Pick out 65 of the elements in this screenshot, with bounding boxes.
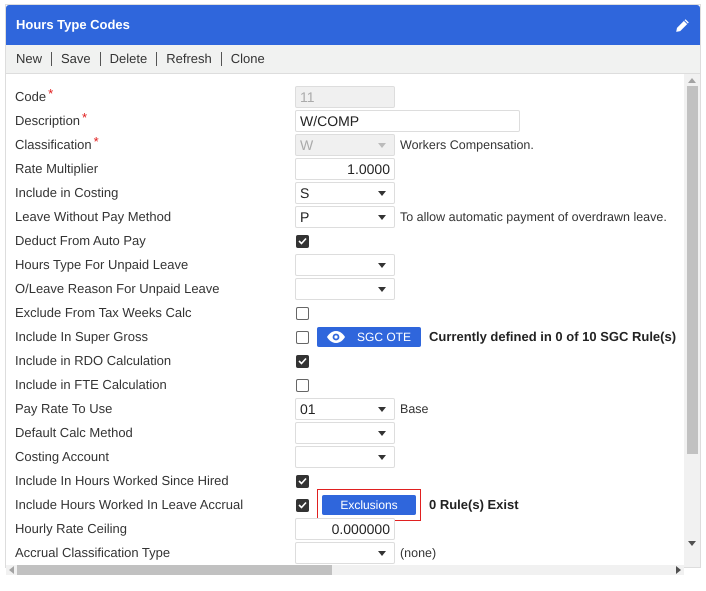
toolbar-button[interactable]: New <box>16 49 42 69</box>
rule-count: Currently defined in 0 of 10 SGC Rule(s) <box>429 328 676 346</box>
horizontal-scrollbar[interactable] <box>6 565 684 575</box>
window-title: Hours Type Codes <box>16 16 130 34</box>
caret-icon <box>378 286 386 292</box>
toolbar-button[interactable]: Delete <box>110 49 148 69</box>
caret-icon <box>378 142 386 148</box>
field-label: Include in FTE Calculation <box>15 376 167 394</box>
rule-count: 0 Rule(s) Exist <box>429 496 519 514</box>
field-note: To allow automatic payment of overdrawn leave. <box>400 208 667 226</box>
field-label: Exclude From Tax Weeks Calc <box>15 304 192 322</box>
field-note: Base <box>400 400 428 418</box>
required-mark: * <box>82 109 88 128</box>
field-label: O/Leave Reason For Unpaid Leave <box>15 280 220 298</box>
field-label: Code <box>15 88 46 106</box>
field-note: Workers Compensation. <box>400 136 534 154</box>
toolbar-button[interactable]: Refresh <box>166 49 212 69</box>
scroll-down-icon[interactable] <box>688 541 696 546</box>
required-mark: * <box>94 133 99 152</box>
checkbox[interactable] <box>296 474 309 488</box>
field-label: Accrual Classification Type <box>15 544 170 562</box>
toolbar-button[interactable]: Clone <box>230 49 265 69</box>
view-button[interactable]: SGC OTE <box>317 327 422 347</box>
text-field[interactable]: W/COMP <box>295 110 520 132</box>
field-label: Deduct From Auto Pay <box>15 232 146 250</box>
field-label: Costing Account <box>15 448 109 466</box>
required-mark: * <box>48 85 54 104</box>
toolbar-button[interactable]: Save <box>61 49 91 69</box>
field-label: Hours Type For Unpaid Leave <box>15 256 188 274</box>
scroll-right-icon[interactable] <box>676 566 681 574</box>
field-label: Classification <box>15 136 92 154</box>
field-label: Include In Super Gross <box>15 328 148 346</box>
field-label: Include in Costing <box>15 184 118 202</box>
number-field[interactable]: 0.000000 <box>295 518 395 540</box>
field-label: Include In Hours Worked Since Hired <box>15 472 229 490</box>
field-label: Description <box>15 112 80 130</box>
caret-icon <box>378 262 386 268</box>
checkbox[interactable] <box>296 498 309 512</box>
field-note: (none) <box>400 544 436 562</box>
caret-icon <box>378 550 386 556</box>
dropdown[interactable]: S <box>295 182 395 204</box>
field-label: Include in RDO Calculation <box>15 352 172 370</box>
field-label: Pay Rate To Use <box>15 400 112 418</box>
caret-icon <box>378 406 386 412</box>
caret-icon <box>378 190 386 196</box>
dropdown[interactable]: 01 <box>295 398 395 420</box>
field-label: Default Calc Method <box>15 424 133 442</box>
caret-icon <box>378 430 386 436</box>
dropdown[interactable]: P <box>295 206 395 228</box>
pencil-icon[interactable] <box>675 18 690 32</box>
exclusions-button[interactable]: Exclusions <box>322 495 416 515</box>
checkbox[interactable] <box>296 378 309 392</box>
checkbox[interactable] <box>296 330 309 344</box>
caret-icon <box>378 214 386 220</box>
caret-icon <box>378 454 386 460</box>
eye-icon <box>327 331 345 343</box>
vertical-scrollbar[interactable] <box>684 74 700 567</box>
checkbox[interactable] <box>296 354 309 368</box>
field-label: Include Hours Worked In Leave Accrual <box>15 496 244 514</box>
field-label: Rate Multiplier <box>15 160 98 178</box>
number-field[interactable]: 1.0000 <box>295 158 395 180</box>
field-label: Leave Without Pay Method <box>15 208 172 226</box>
checkbox[interactable] <box>296 306 309 320</box>
field-label: Hourly Rate Ceiling <box>15 520 127 538</box>
checkbox[interactable] <box>296 234 309 248</box>
